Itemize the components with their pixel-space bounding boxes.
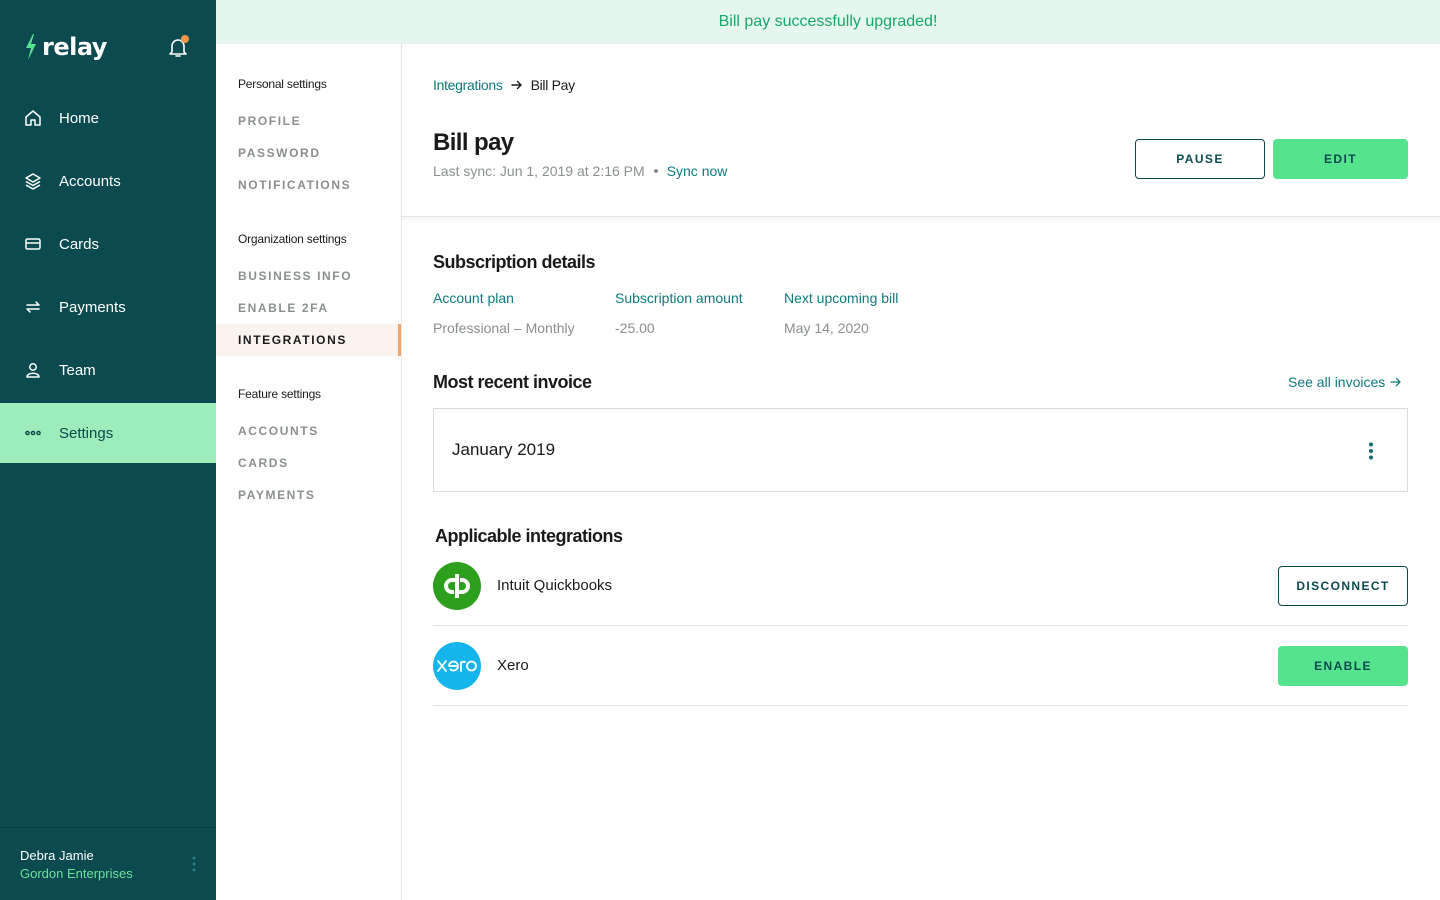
integration-name: Intuit Quickbooks	[497, 577, 613, 594]
nav-item-accounts[interactable]: Accounts	[0, 151, 216, 211]
settings-item-payments[interactable]: PAYMENTS	[216, 479, 401, 511]
settings-item-enable-2fa[interactable]: ENABLE 2FA	[216, 292, 401, 324]
subscription-amount-value: -25.00	[615, 320, 655, 336]
nav-item-team[interactable]: Team	[0, 340, 216, 400]
subscription-plan: Account plan Professional – Monthly	[433, 290, 575, 336]
nav-item-label: Cards	[59, 235, 100, 253]
edit-button[interactable]: EDIT	[1273, 139, 1408, 179]
pause-button[interactable]: PAUSE	[1135, 139, 1265, 179]
notification-dot	[181, 35, 189, 43]
arrow-right-icon	[1390, 377, 1401, 387]
card-icon	[24, 235, 42, 253]
separator-dot	[653, 169, 658, 173]
next-bill-value: May 14, 2020	[784, 320, 869, 336]
nav-item-label: Accounts	[59, 172, 121, 190]
nav-item-home[interactable]: Home	[0, 88, 216, 148]
breadcrumb-current: Bill Pay	[530, 77, 576, 93]
person-icon	[24, 361, 42, 379]
nav-item-label: Home	[59, 109, 100, 127]
settings-item-cards[interactable]: CARDS	[216, 447, 401, 479]
settings-item-integrations[interactable]: INTEGRATIONS	[216, 324, 401, 356]
success-banner: Bill pay successfully upgraded!	[216, 0, 1440, 44]
settings-item-accounts[interactable]: ACCOUNTS	[216, 415, 401, 447]
kebab-menu-icon[interactable]	[1368, 442, 1374, 460]
home-icon	[24, 109, 42, 127]
kebab-menu-icon[interactable]	[192, 856, 196, 872]
settings-nav: Personal settings PROFILE PASSWORD NOTIF…	[216, 44, 402, 900]
page-header: Integrations Bill Pay Bill pay Last sync…	[402, 44, 1440, 217]
nav-item-label: Team	[59, 361, 96, 379]
settings-group-title: Organization settings	[238, 232, 347, 246]
settings-item-profile[interactable]: PROFILE	[216, 105, 401, 137]
relay-logo[interactable]: relay	[24, 32, 107, 62]
invoice-month: January 2019	[452, 440, 556, 459]
nav-item-label: Payments	[59, 298, 126, 316]
main-content: Integrations Bill Pay Bill pay Last sync…	[402, 44, 1440, 900]
settings-item-password[interactable]: PASSWORD	[216, 137, 401, 169]
brand-wordmark: relay	[42, 33, 107, 61]
recent-invoice-title: Most recent invoice	[433, 372, 592, 392]
see-all-invoices-label: See all invoices	[1288, 374, 1386, 390]
arrow-right-icon	[510, 80, 522, 90]
account-plan-label: Account plan	[433, 290, 514, 306]
more-dots-icon	[24, 424, 42, 442]
nav-item-settings[interactable]: Settings	[0, 403, 216, 463]
breadcrumb: Integrations Bill Pay	[433, 77, 575, 93]
user-organization: Gordon Enterprises	[20, 866, 133, 881]
integration-row-xero: Xero ENABLE	[433, 626, 1408, 706]
settings-group-title: Personal settings	[238, 77, 327, 91]
integration-name: Xero	[497, 657, 529, 674]
disconnect-button[interactable]: DISCONNECT	[1278, 566, 1408, 606]
bolt-icon	[26, 34, 36, 60]
applicable-integrations-title: Applicable integrations	[435, 526, 623, 546]
sync-now-link[interactable]: Sync now	[667, 163, 728, 179]
success-banner-text: Bill pay successfully upgraded!	[718, 13, 938, 30]
main-nav: Home Accounts Cards Payments Team Settin…	[0, 88, 216, 466]
quickbooks-logo	[433, 562, 481, 610]
layers-icon	[24, 172, 42, 190]
subscription-amount-label: Subscription amount	[615, 290, 743, 306]
see-all-invoices-link[interactable]: See all invoices	[1288, 374, 1402, 390]
user-name: Debra Jamie	[20, 848, 94, 863]
xero-icon	[437, 660, 477, 672]
nav-item-cards[interactable]: Cards	[0, 214, 216, 274]
settings-item-business-info[interactable]: BUSINESS INFO	[216, 260, 401, 292]
settings-item-notifications[interactable]: NOTIFICATIONS	[216, 169, 401, 201]
nav-item-label: Settings	[59, 424, 114, 442]
account-plan-value: Professional – Monthly	[433, 320, 575, 336]
next-bill: Next upcoming bill May 14, 2020	[784, 290, 898, 336]
integration-row-quickbooks: Intuit Quickbooks DISCONNECT	[433, 546, 1408, 626]
xero-logo	[433, 642, 481, 690]
page-title: Bill pay	[433, 129, 514, 156]
notifications-bell[interactable]	[166, 35, 190, 59]
breadcrumb-integrations-link[interactable]: Integrations	[433, 77, 503, 93]
quickbooks-icon	[444, 574, 470, 598]
last-sync-text: Last sync: Jun 1, 2019 at 2:16 PM	[433, 163, 645, 179]
next-bill-label: Next upcoming bill	[784, 290, 899, 306]
transfer-icon	[24, 298, 42, 316]
settings-group-title: Feature settings	[238, 387, 321, 401]
nav-item-payments[interactable]: Payments	[0, 277, 216, 337]
enable-button[interactable]: ENABLE	[1278, 646, 1408, 686]
subscription-amount: Subscription amount -25.00	[615, 290, 743, 336]
sync-status: Last sync: Jun 1, 2019 at 2:16 PM Sync n…	[433, 163, 727, 179]
subscription-details-title: Subscription details	[433, 252, 596, 272]
invoice-card[interactable]: January 2019	[433, 408, 1408, 492]
user-profile[interactable]: Debra Jamie Gordon Enterprises	[0, 827, 216, 900]
main-sidebar: relay Home Accounts Cards Payments Team …	[0, 0, 216, 900]
